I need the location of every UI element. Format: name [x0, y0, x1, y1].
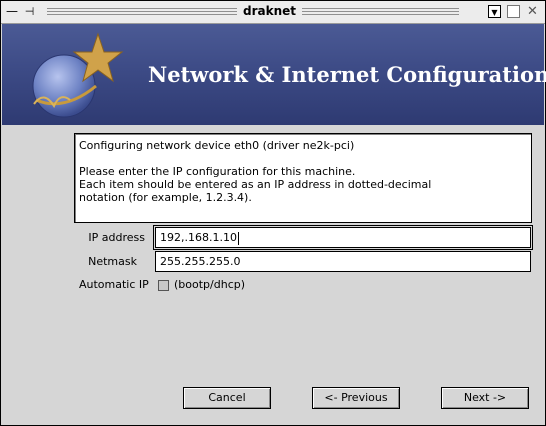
- automatic-ip-checkbox[interactable]: [158, 280, 169, 291]
- ip-address-label: IP address: [88, 231, 145, 244]
- banner-title: Network & Internet Configuration: [148, 62, 546, 87]
- minimize-icon[interactable]: —: [5, 5, 19, 18]
- ip-address-value: 192,.168.1.10: [160, 231, 237, 244]
- netmask-field[interactable]: 255.255.255.0: [155, 251, 531, 272]
- previous-button[interactable]: <- Previous: [312, 387, 400, 409]
- netmask-value: 255.255.255.0: [160, 255, 241, 268]
- next-button[interactable]: Next ->: [441, 387, 529, 409]
- automatic-ip-option-label[interactable]: (bootp/dhcp): [174, 278, 245, 291]
- window-menu-icon[interactable]: ▼: [488, 5, 501, 18]
- pin-icon[interactable]: ⊣: [23, 5, 36, 18]
- close-icon[interactable]: ✕: [526, 5, 539, 18]
- text-caret: [237, 231, 239, 245]
- cancel-button[interactable]: Cancel: [183, 387, 271, 409]
- automatic-ip-label: Automatic IP: [79, 278, 149, 291]
- draknet-window: — ⊣ draknet ▼ ✕ Network & Internet Confi…: [0, 0, 546, 426]
- maximize-icon[interactable]: [507, 5, 520, 18]
- ip-address-field[interactable]: 192,.168.1.10: [153, 225, 533, 250]
- window-title: draknet: [237, 4, 303, 18]
- header-banner: Network & Internet Configuration: [2, 24, 546, 125]
- mandrake-star-logo-icon: [32, 32, 124, 118]
- info-text-box: Configuring network device eth0 (driver …: [74, 133, 532, 223]
- netmask-label: Netmask: [88, 255, 137, 268]
- title-bar[interactable]: — ⊣ draknet ▼ ✕: [1, 1, 545, 24]
